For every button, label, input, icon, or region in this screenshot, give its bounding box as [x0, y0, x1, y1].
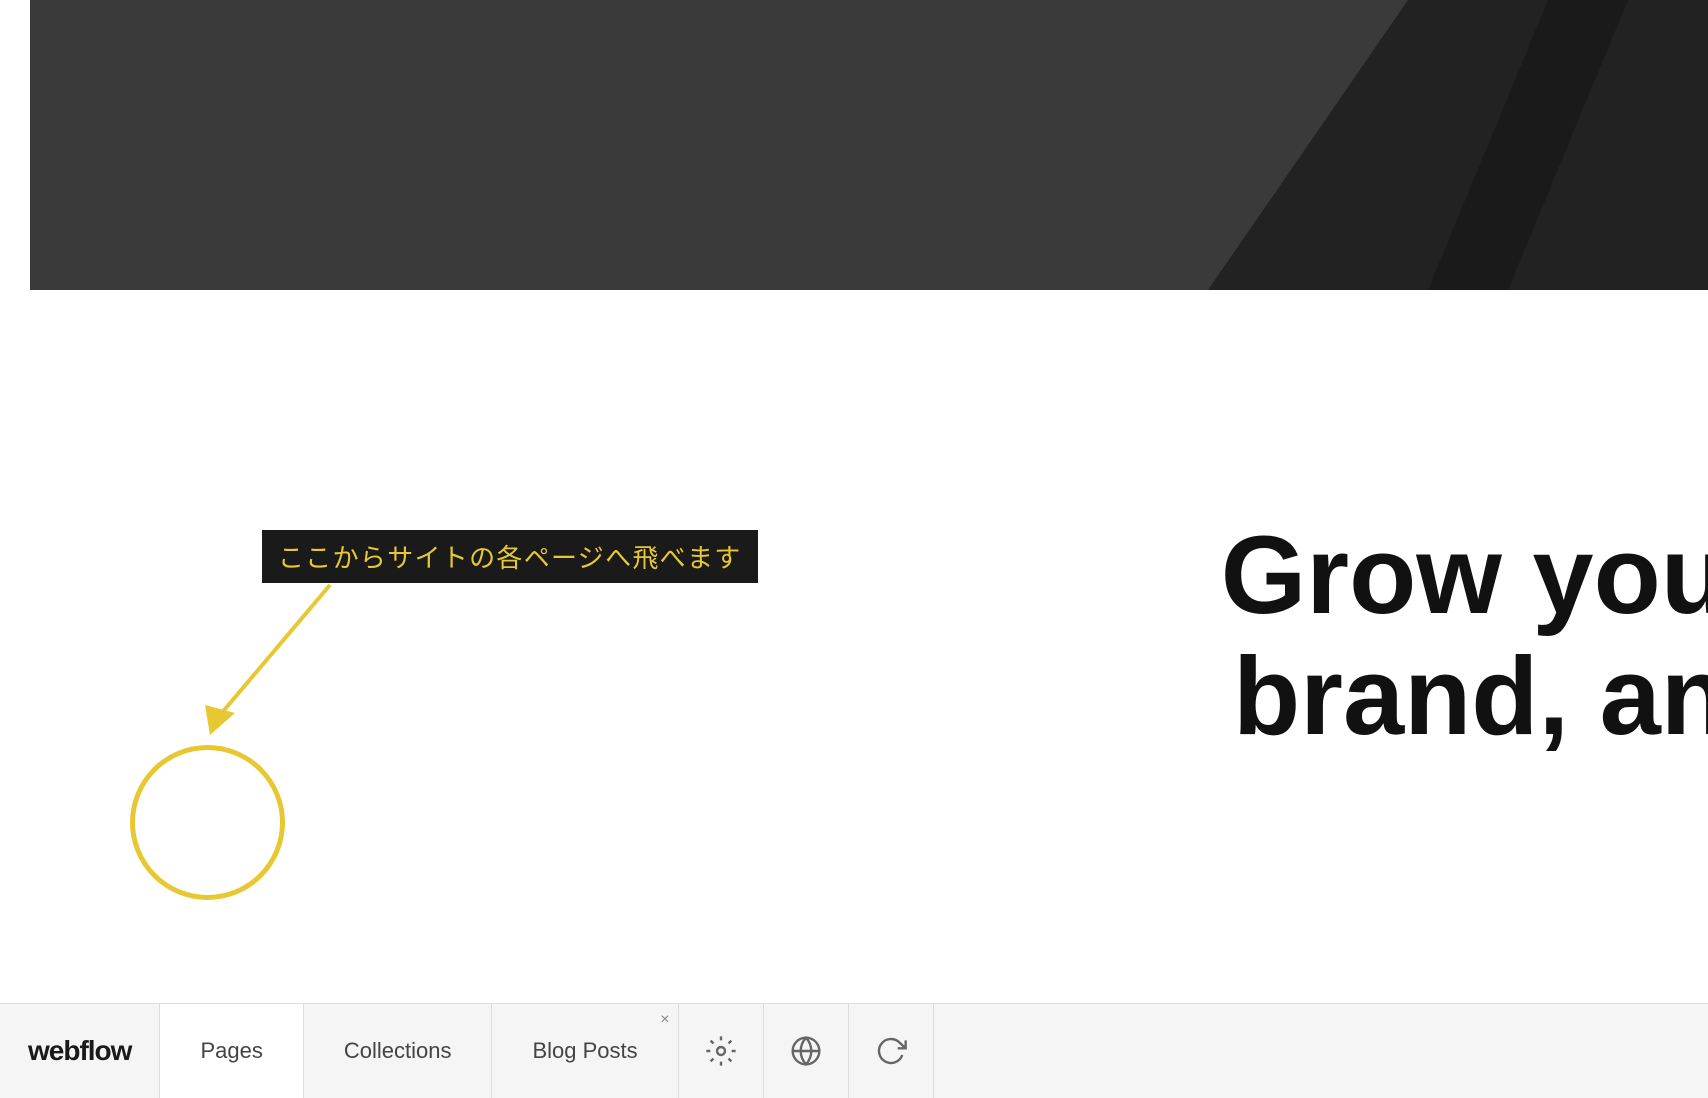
- annotation-text: ここからサイトの各ページへ飛べます: [262, 530, 758, 583]
- close-icon[interactable]: ×: [660, 1012, 669, 1028]
- tab-pages-label: Pages: [200, 1038, 262, 1064]
- tab-blog-posts[interactable]: × Blog Posts: [492, 1004, 678, 1098]
- tab-collections[interactable]: Collections: [304, 1004, 493, 1098]
- tab-pages[interactable]: Pages: [160, 1004, 303, 1098]
- webflow-logo: webflow: [0, 1004, 159, 1098]
- toolbar-icon-buttons: [679, 1004, 934, 1098]
- globe-icon: [790, 1035, 822, 1067]
- hero-text: Grow you brand, an: [1221, 515, 1708, 757]
- settings-icon: [705, 1035, 737, 1067]
- tab-collections-label: Collections: [344, 1038, 452, 1064]
- globe-button[interactable]: [764, 1004, 849, 1098]
- bottom-toolbar: webflow Pages Collections × Blog Posts: [0, 1003, 1708, 1098]
- settings-button[interactable]: [679, 1004, 764, 1098]
- logo-text: webflow: [28, 1035, 131, 1067]
- hero-text-line1: Grow you: [1221, 515, 1708, 636]
- hero-image: [30, 0, 1708, 290]
- refresh-icon: [875, 1035, 907, 1067]
- hero-text-line2: brand, an: [1221, 636, 1708, 757]
- tab-blog-posts-label: Blog Posts: [532, 1038, 637, 1064]
- refresh-button[interactable]: [849, 1004, 934, 1098]
- toolbar-tabs: Pages Collections × Blog Posts: [159, 1004, 678, 1098]
